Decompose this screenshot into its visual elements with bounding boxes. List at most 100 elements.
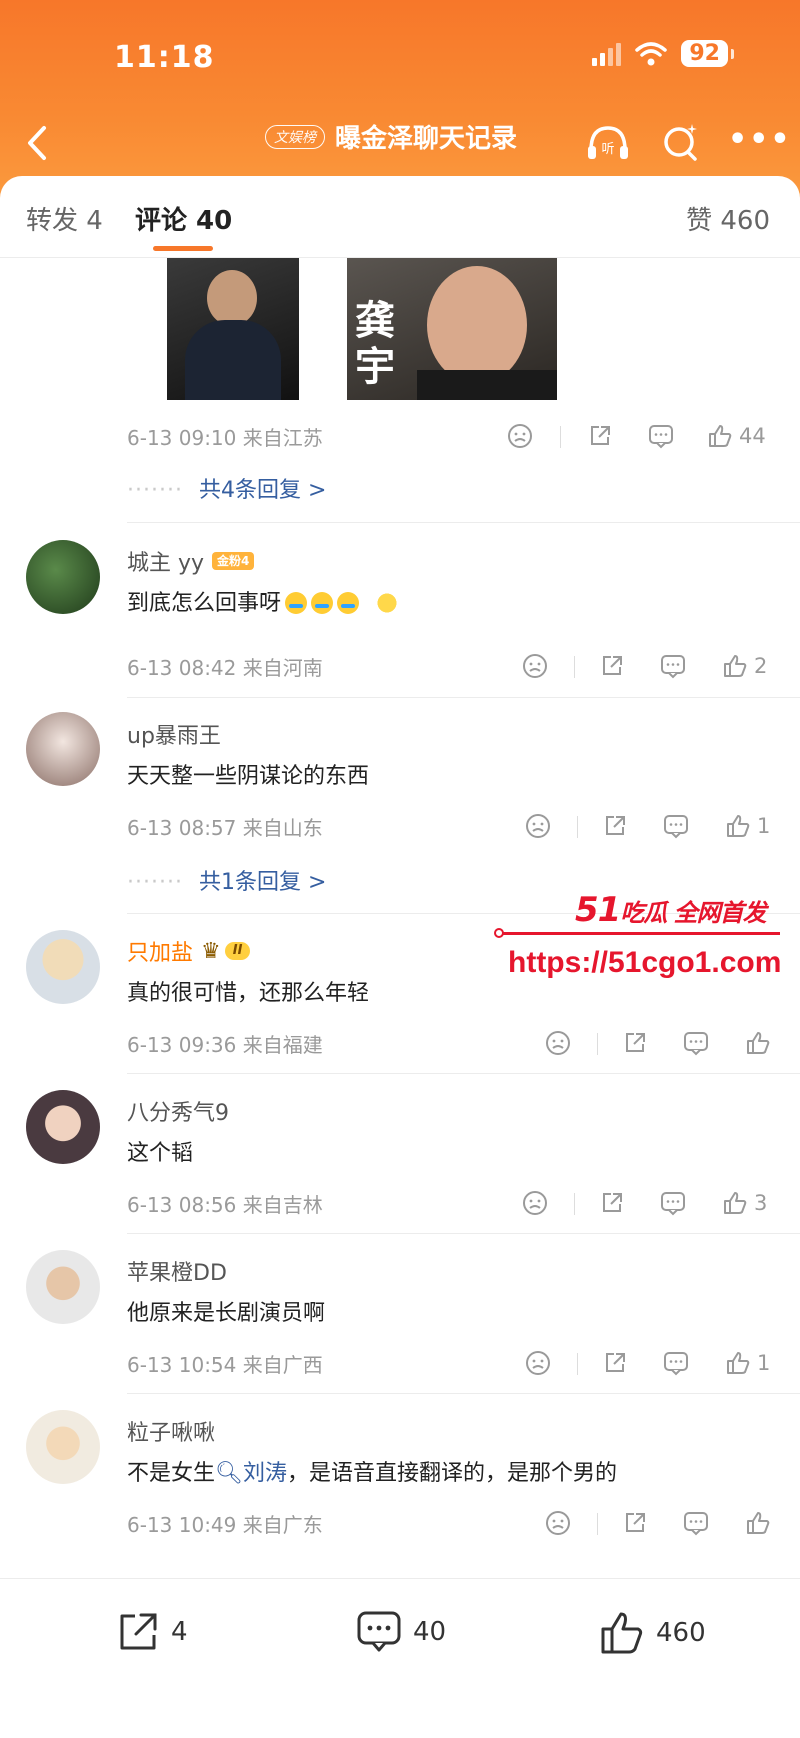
share-icon[interactable] [599,1187,625,1219]
like-button[interactable] [745,1027,777,1059]
avatar[interactable] [26,1250,100,1324]
like-button[interactable]: 460 [598,1609,706,1657]
divider [574,1193,575,1215]
watermark-line [500,932,780,935]
reply-icon[interactable] [682,1507,710,1539]
like-button[interactable]: 44 [707,420,766,452]
share-icon[interactable] [599,650,625,682]
comment-time-location: 6-13 08:56 来自吉林 [127,1193,323,1217]
nav-bar: 文娱榜 曝金泽聊天记录 听 ••• [0,110,800,180]
sticker-icon [369,588,406,618]
author-name: up暴雨王 [127,724,221,749]
page-title: 曝金泽聊天记录 [335,124,518,154]
comment-photo[interactable]: 龚宇 [347,258,557,400]
comment-meta: 6-13 10:54 来自广西 1 [127,1347,777,1379]
comment-author[interactable]: 八分秀气9 [127,1095,229,1127]
search-icon: 🔍︎ [215,1461,243,1486]
dislike-icon[interactable] [522,650,548,682]
wifi-icon [635,41,668,65]
author-name: 八分秀气9 [127,1101,229,1126]
like-button[interactable]: 1 [725,1347,770,1379]
avatar[interactable] [26,1090,100,1164]
comment-time-location: 6-13 08:57 来自山东 [127,816,323,840]
comment-meta: 6-13 08:57 来自山东 1 [127,810,777,842]
like-count: 1 [757,814,771,838]
comment-photos: 龚宇 [167,258,557,400]
divider [577,816,578,838]
like-count: 1 [757,1351,771,1375]
dislike-icon[interactable] [525,1347,551,1379]
photo-caption: 龚宇 [355,298,395,390]
comment-time-location: 6-13 10:54 来自广西 [127,1353,323,1377]
watermark-url: https://51cgo1.com [508,946,782,979]
thumbs-up-icon [601,1612,643,1654]
thumbs-up-icon [709,425,732,447]
share-icon[interactable] [622,1027,648,1059]
like-button[interactable]: 2 [722,650,767,682]
tab-repost[interactable]: 转发 4 [26,200,103,237]
dislike-icon[interactable] [545,1027,571,1059]
active-tab-indicator [153,246,213,251]
comment-author[interactable]: 城主 yy 金粉4 [127,545,255,577]
more-icon[interactable]: ••• [728,118,790,168]
page-title-group[interactable]: 文娱榜 曝金泽聊天记录 [265,118,517,155]
status-time: 11:18 [114,40,215,75]
crying-emoji-icon [285,592,308,614]
avatar[interactable] [26,540,100,614]
avatar[interactable] [26,712,100,786]
comment-text: 这个韬 [127,1141,194,1166]
replies-dots: ······· [127,478,183,503]
divider [574,656,575,678]
share-icon[interactable] [602,1347,628,1379]
search-icon[interactable] [660,118,702,168]
crown-icon: ♛ [201,938,221,964]
like-button[interactable]: 1 [725,810,770,842]
reply-icon[interactable] [647,420,675,452]
share-icon[interactable] [622,1507,648,1539]
like-count: 2 [754,654,768,678]
share-icon[interactable] [587,420,613,452]
comment-separator [127,697,800,698]
comment-author[interactable]: 粒子啾啾 [127,1415,215,1447]
tab-like[interactable]: 赞 460 [686,200,770,237]
reply-icon[interactable] [682,1027,710,1059]
tab-comment[interactable]: 评论 40 [135,200,232,237]
watermark-brand: 51吃瓜 全网首发 [575,890,767,930]
reply-icon[interactable] [662,1347,690,1379]
share-icon[interactable] [602,810,628,842]
comment-photo[interactable] [167,258,299,400]
reply-icon[interactable] [659,650,687,682]
ranking-badge: 文娱榜 [265,124,325,149]
comment-button[interactable]: 40 [355,1609,446,1655]
reply-icon[interactable] [662,810,690,842]
comment-text: 他原来是长剧演员啊 [127,1301,326,1326]
comment-separator [127,1233,800,1234]
view-replies-link[interactable]: ······· 共1条回复 > [127,864,326,896]
thumbs-up-icon [727,815,750,837]
comment-author[interactable]: up暴雨王 [127,718,221,750]
comment-body: ，是语音直接翻译的，是那个男的 [286,1461,617,1486]
divider [597,1033,598,1055]
comment-author[interactable]: 苹果橙DD [127,1255,227,1287]
like-button[interactable] [745,1507,777,1539]
comment-meta: 6-13 09:10 来自江苏 44 [127,420,777,452]
status-bar: 11:18 92 [0,0,800,110]
avatar[interactable] [26,930,100,1004]
headphones-icon[interactable]: 听 [583,118,633,168]
like-button[interactable]: 3 [722,1187,767,1219]
search-topic-link[interactable]: 🔍︎刘涛 [215,1461,287,1486]
like-count: 3 [754,1191,768,1215]
watermark-brand-text: 吃瓜 全网首发 [620,899,766,927]
reply-icon[interactable] [659,1187,687,1219]
dislike-icon[interactable] [507,420,533,452]
comment-meta: 6-13 09:36 来自福建 [127,1027,777,1059]
view-replies-link[interactable]: ······· 共4条回复 > [127,472,326,504]
comment-author[interactable]: 只加盐 ♛ II [127,935,251,967]
back-icon[interactable] [18,118,58,168]
dislike-icon[interactable] [545,1507,571,1539]
dislike-icon[interactable] [525,810,551,842]
avatar[interactable] [26,1410,100,1484]
comment-body: 到底怎么回事呀 [127,591,282,616]
dislike-icon[interactable] [522,1187,548,1219]
repost-button[interactable]: 4 [115,1609,188,1655]
